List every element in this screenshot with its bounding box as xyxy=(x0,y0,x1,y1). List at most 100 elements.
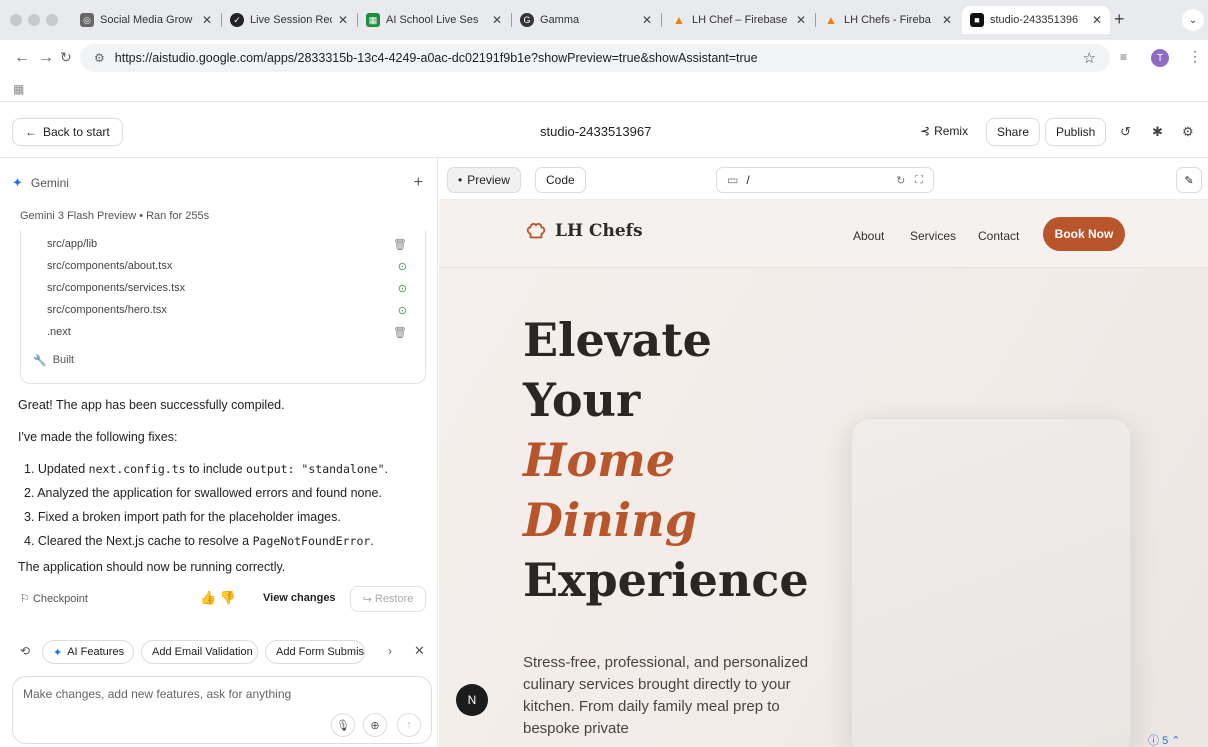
close-icon[interactable]: ✕ xyxy=(338,13,348,27)
changed-files-card: src/app/lib 🗑 src/components/about.tsx ⊙… xyxy=(20,230,426,384)
refresh-icon[interactable]: ↻ xyxy=(896,174,905,187)
chef-hat-icon xyxy=(526,222,546,239)
gamma-icon: G xyxy=(520,13,534,27)
address-bar[interactable]: ⚙ https://aistudio.google.com/apps/28333… xyxy=(80,44,1110,72)
file-row[interactable]: src/components/hero.tsx ⊙ xyxy=(47,304,407,317)
close-icon[interactable]: ✕ xyxy=(492,13,502,27)
file-row[interactable]: src/app/lib 🗑 xyxy=(47,238,407,251)
firebase-icon: ▲ xyxy=(825,13,837,27)
restore-button[interactable]: ↪ Restore xyxy=(350,586,426,612)
reading-list-icon[interactable]: ≡ xyxy=(1120,50,1127,64)
build-status: 🔧 Built xyxy=(33,354,75,367)
bug-icon[interactable]: ✱ xyxy=(1152,124,1163,140)
thumbs-up-icon[interactable]: 👍 xyxy=(200,590,216,605)
file-row[interactable]: .next 🗑 xyxy=(47,326,407,339)
view-changes-button[interactable]: View changes xyxy=(263,592,336,604)
send-arrow-icon[interactable]: ↑ xyxy=(397,713,421,737)
kebab-menu-icon[interactable]: ⋮ xyxy=(1188,48,1202,65)
preview-path-bar[interactable]: ▭ / ↻ ⛶ xyxy=(716,167,934,193)
window-minimize-control[interactable] xyxy=(28,14,40,26)
suggestion-chips: ⟲ ✦ AI Features Add Email Validation Add… xyxy=(20,640,430,664)
nav-about[interactable]: About xyxy=(853,229,884,243)
chevron-down-icon[interactable]: ⌄ xyxy=(1182,9,1204,31)
restore-icon: ↪ xyxy=(362,593,372,606)
close-icon[interactable]: ✕ xyxy=(942,13,952,27)
gemini-sparkle-icon: ✦ xyxy=(12,175,23,190)
fullscreen-icon[interactable]: ⛶ xyxy=(915,174,923,187)
share-button[interactable]: Share xyxy=(986,118,1041,146)
globe-icon: ◎ xyxy=(80,13,94,27)
preview-panel: • Preview Code ▭ / ↻ ⛶ ✎ LH Chefs About … xyxy=(439,158,1208,747)
history-icon[interactable]: ↺ xyxy=(1120,124,1131,140)
project-title: studio-2433513967 xyxy=(540,124,652,139)
info-icon: ⓘ xyxy=(1148,735,1159,747)
thumbs-down-icon[interactable]: 👎 xyxy=(220,590,236,605)
site-settings-icon[interactable]: ⚙ xyxy=(94,51,105,65)
browser-tab-4[interactable]: G Gamma ✕ xyxy=(512,6,660,34)
left-arrow-icon: ← xyxy=(25,125,37,139)
close-icon[interactable]: ✕ xyxy=(796,13,806,27)
add-circle-icon[interactable]: ⊕ xyxy=(363,713,387,737)
window-zoom-control[interactable] xyxy=(46,14,58,26)
trash-icon: 🗑 xyxy=(393,239,407,251)
new-tab-icon[interactable]: + xyxy=(1114,9,1125,30)
studio-icon: ■ xyxy=(970,13,984,27)
gemini-sparkle-icon: ✦ xyxy=(53,646,63,659)
wrench-icon: 🔧 xyxy=(33,355,47,367)
chip-add-form-submission[interactable]: Add Form Submissi xyxy=(265,640,365,664)
annotate-icon[interactable]: ✎ xyxy=(1176,167,1202,193)
chevron-right-icon[interactable]: › xyxy=(388,644,392,658)
nav-services[interactable]: Services xyxy=(910,229,956,243)
chip-ai-features[interactable]: ✦ AI Features xyxy=(42,640,134,664)
browser-tab-3[interactable]: ▦ AI School Live Ses ✕ xyxy=(358,6,510,34)
tab-code[interactable]: Code xyxy=(535,167,586,193)
microphone-icon[interactable]: 🎙 xyxy=(331,713,355,737)
browser-tab-2[interactable]: ✓ Live Session Reco ✕ xyxy=(222,6,356,34)
chevron-up-icon: ⌃ xyxy=(1171,735,1181,747)
forward-arrow-icon[interactable]: → xyxy=(38,49,54,67)
hero-headline-accent: Dining xyxy=(523,493,697,547)
site-preview: LH Chefs About Services Contact Book Now… xyxy=(439,200,1208,747)
site-logo[interactable]: LH Chefs xyxy=(525,220,643,242)
issues-indicator[interactable]: ⓘ 5 ⌃ xyxy=(1148,732,1180,747)
check-circle-icon: ✓ xyxy=(230,13,244,27)
hero-headline-line: Elevate xyxy=(523,313,712,367)
preview-toolbar: • Preview Code ▭ / ↻ ⛶ ✎ xyxy=(439,158,1208,200)
close-icon[interactable]: ✕ xyxy=(642,13,652,27)
close-icon[interactable]: ✕ xyxy=(1092,13,1102,27)
hero-image-placeholder xyxy=(851,418,1131,747)
remix-button[interactable]: ⊰ Remix xyxy=(920,124,968,138)
suggestion-refresh-icon[interactable]: ⟲ xyxy=(20,644,30,658)
close-icon[interactable]: ✕ xyxy=(202,13,212,27)
flag-icon: ⚐ xyxy=(20,593,30,605)
file-row[interactable]: src/components/services.tsx ⊙ xyxy=(47,282,407,295)
nav-contact[interactable]: Contact xyxy=(978,229,1019,243)
bookmark-star-icon[interactable]: ☆ xyxy=(1083,49,1096,67)
window-close-control[interactable] xyxy=(10,14,22,26)
fix-item: 1. Updated next.config.ts to include out… xyxy=(24,462,389,476)
nextjs-dev-badge[interactable]: N xyxy=(456,684,488,716)
hero-subtitle: Stress-free, professional, and personali… xyxy=(523,654,809,737)
profile-avatar[interactable]: T xyxy=(1151,49,1169,67)
back-arrow-icon[interactable]: ← xyxy=(14,49,30,67)
checkpoint-button[interactable]: ⚐ Checkpoint xyxy=(20,592,88,605)
browser-tab-active[interactable]: ■ studio-243351396 ✕ xyxy=(962,6,1110,34)
chip-add-email-validation[interactable]: Add Email Validation xyxy=(141,640,258,664)
publish-button[interactable]: Publish xyxy=(1045,118,1107,146)
apps-grid-icon[interactable]: ▦ xyxy=(13,82,24,96)
prompt-input[interactable]: Make changes, add new features, ask for … xyxy=(23,687,291,701)
reload-icon[interactable]: ↻ xyxy=(60,49,72,66)
device-icon[interactable]: ▭ xyxy=(727,173,738,187)
close-icon[interactable]: ✕ xyxy=(414,643,425,659)
browser-tab-5[interactable]: ▲ LH Chef – Firebase ✕ xyxy=(664,6,814,34)
back-to-start-button[interactable]: ← Back to start xyxy=(12,118,123,146)
new-chat-icon[interactable]: + xyxy=(414,174,423,192)
file-row[interactable]: src/components/about.tsx ⊙ xyxy=(47,260,407,273)
book-now-button[interactable]: Book Now xyxy=(1043,217,1125,251)
settings-gear-icon[interactable]: ⚙ xyxy=(1182,124,1194,140)
tab-preview[interactable]: • Preview xyxy=(447,167,521,193)
check-circle-icon: ⊙ xyxy=(397,305,407,317)
prompt-composer[interactable]: Make changes, add new features, ask for … xyxy=(12,676,432,744)
browser-tab-6[interactable]: ▲ LH Chefs - Fireba ✕ xyxy=(816,6,960,34)
browser-tab-1[interactable]: ◎ Social Media Grow ✕ xyxy=(72,6,220,34)
